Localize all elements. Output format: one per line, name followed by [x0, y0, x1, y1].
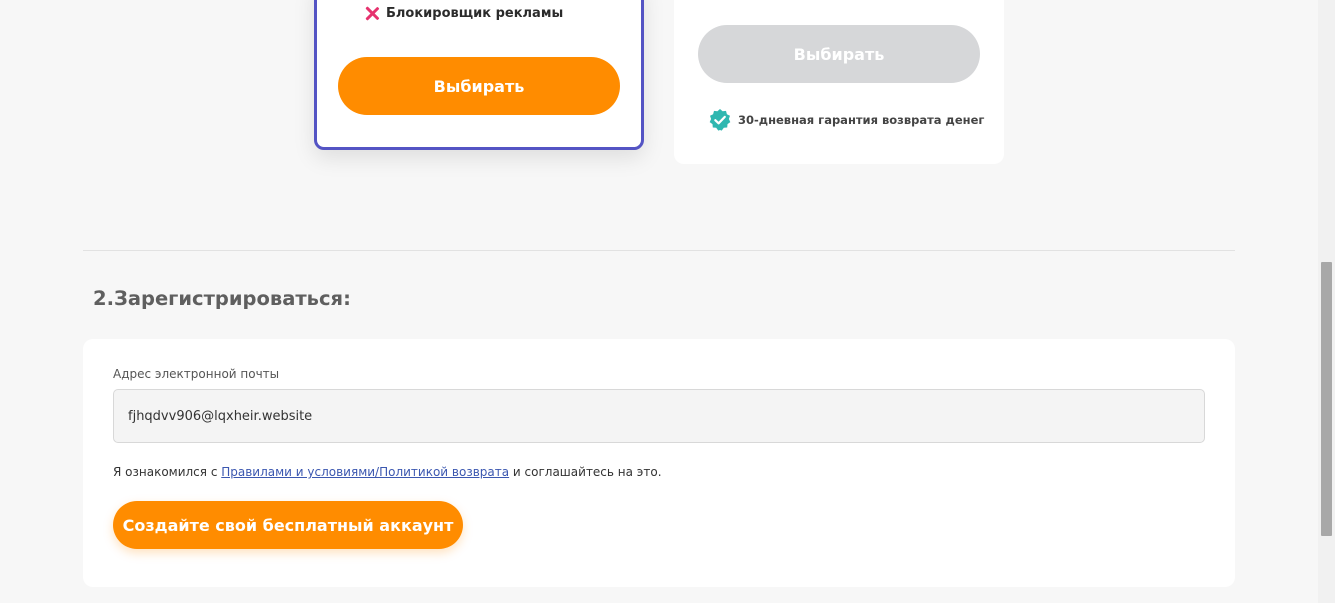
pro-plan-card: Блокировщик рекламы Выбирать: [314, 0, 644, 150]
guarantee-label: 30-дневная гарантия возврата денег: [738, 113, 985, 127]
terms-link[interactable]: Правилами и условиями/Политикой возврата: [221, 465, 509, 479]
feature-row-adblocker: Блокировщик рекламы: [364, 5, 563, 22]
email-field[interactable]: [113, 389, 1205, 443]
select-basic-button[interactable]: Выбирать: [698, 25, 980, 83]
section-divider: [83, 250, 1235, 251]
terms-suffix: и соглашайтесь на это.: [509, 465, 662, 479]
select-pro-button[interactable]: Выбирать: [338, 57, 620, 115]
close-icon: [364, 5, 381, 22]
terms-text: Я ознакомился с Правилами и условиями/По…: [113, 465, 662, 479]
scrollbar-thumb[interactable]: [1321, 262, 1332, 536]
signup-panel: Адрес электронной почты Я ознакомился с …: [83, 339, 1235, 587]
money-back-guarantee: 30-дневная гарантия возврата денег: [708, 108, 984, 132]
email-label: Адрес электронной почты: [113, 367, 280, 381]
section-title: 2.Зарегистрироваться:: [93, 287, 351, 310]
terms-prefix: Я ознакомился с: [113, 465, 222, 479]
vertical-scrollbar[interactable]: [1318, 0, 1335, 603]
create-account-button[interactable]: Создайте свой бесплатный аккаунт: [113, 501, 463, 549]
check-badge-icon: [709, 109, 731, 131]
basic-plan-card: Выбирать 30-дневная гарантия возврата де…: [674, 0, 1004, 164]
feature-label: Блокировщик рекламы: [386, 6, 564, 21]
